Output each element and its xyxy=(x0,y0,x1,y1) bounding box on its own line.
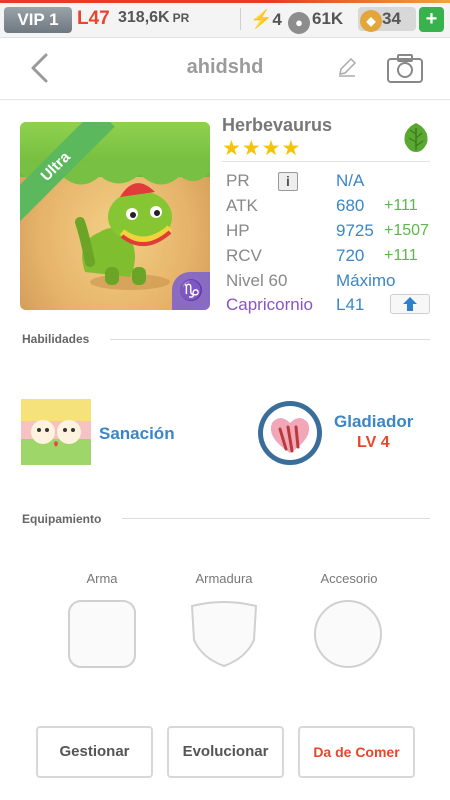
divider xyxy=(240,8,241,30)
accessory-label: Accesorio xyxy=(320,571,378,586)
pr-counter: 318,6K PR xyxy=(118,9,189,27)
rcv-label: RCV xyxy=(226,246,262,265)
status-bar: VIP 1 L47 318,6K PR ⚡4 ● 61K ◆ 34 + xyxy=(0,0,450,38)
atk-label: ATK xyxy=(226,196,258,215)
atk-bonus: +111 xyxy=(384,197,418,214)
pr-value: N/A xyxy=(336,171,365,190)
capricorn-icon: ♑ xyxy=(172,272,210,310)
status-accent-line xyxy=(0,0,450,3)
leaf-icon xyxy=(404,123,428,152)
paw-counter: ● 61K xyxy=(288,9,343,34)
weapon-label: Arma xyxy=(86,571,118,586)
pr-suffix: PR xyxy=(172,11,190,25)
pr-info-button[interactable]: i xyxy=(278,172,298,191)
zodiac-level: L41 xyxy=(336,295,365,314)
weapon-slot[interactable] xyxy=(68,600,136,668)
vip-badge[interactable]: VIP 1 xyxy=(4,7,72,33)
lightning-icon: ⚡ xyxy=(250,9,273,29)
pr-amount-value: 318,6K xyxy=(118,9,170,26)
camera-icon[interactable] xyxy=(386,52,424,84)
level-label: Nivel 60 xyxy=(226,271,288,290)
top-nav: ahidshd xyxy=(0,38,450,100)
gladiator-skill-icon[interactable] xyxy=(256,399,324,467)
monster-portrait[interactable]: Ultra ♑ xyxy=(20,122,210,310)
rcv-bonus: +111 xyxy=(384,247,418,264)
manage-button[interactable]: Gestionar xyxy=(36,726,153,778)
leader-skill-level: LV 4 xyxy=(357,434,390,451)
star-rating: ★★★★ xyxy=(222,137,302,160)
player-level: L47 xyxy=(77,8,110,29)
accessory-slot[interactable] xyxy=(314,600,382,668)
stats-divider xyxy=(222,161,430,162)
paw-value: 61K xyxy=(312,9,344,28)
section-divider xyxy=(122,518,430,519)
energy-value: 4 xyxy=(272,10,282,29)
skills-section-title: Habilidades xyxy=(22,332,90,346)
healing-skill-icon[interactable] xyxy=(21,399,91,465)
zodiac-upgrade-button[interactable] xyxy=(390,294,430,314)
pr-label: PR xyxy=(226,171,250,190)
level-value: Máximo xyxy=(336,271,396,290)
zodiac-label: Capricornio xyxy=(226,295,313,314)
leader-skill-name[interactable]: Gladiador xyxy=(334,412,413,432)
atk-value: 680 xyxy=(336,196,365,215)
coin-icon: ◆ xyxy=(360,10,382,32)
feed-button[interactable]: Da de Comer xyxy=(298,726,415,778)
arrow-up-icon xyxy=(403,297,417,311)
active-skill-name[interactable]: Sanación xyxy=(99,424,175,444)
paw-icon: ● xyxy=(288,12,310,34)
rcv-value: 720 xyxy=(336,246,365,265)
section-divider xyxy=(110,339,430,340)
equipment-section-title: Equipamiento xyxy=(22,512,102,526)
coin-counter: ◆ 34 xyxy=(358,7,416,32)
armor-slot[interactable] xyxy=(190,600,258,668)
hp-value: 9725 xyxy=(336,221,374,240)
monster-name: Herbevaurus xyxy=(222,115,333,135)
add-coins-button[interactable]: + xyxy=(419,7,444,32)
page-title: ahidshd xyxy=(186,56,264,78)
coin-value: 34 xyxy=(382,9,401,28)
hp-bonus: +1507 xyxy=(384,222,429,239)
pencil-icon[interactable] xyxy=(336,56,358,78)
energy-counter: ⚡4 xyxy=(250,9,282,30)
hp-label: HP xyxy=(226,221,250,240)
evolve-button[interactable]: Evolucionar xyxy=(167,726,284,778)
armor-label: Armadura xyxy=(195,571,253,586)
